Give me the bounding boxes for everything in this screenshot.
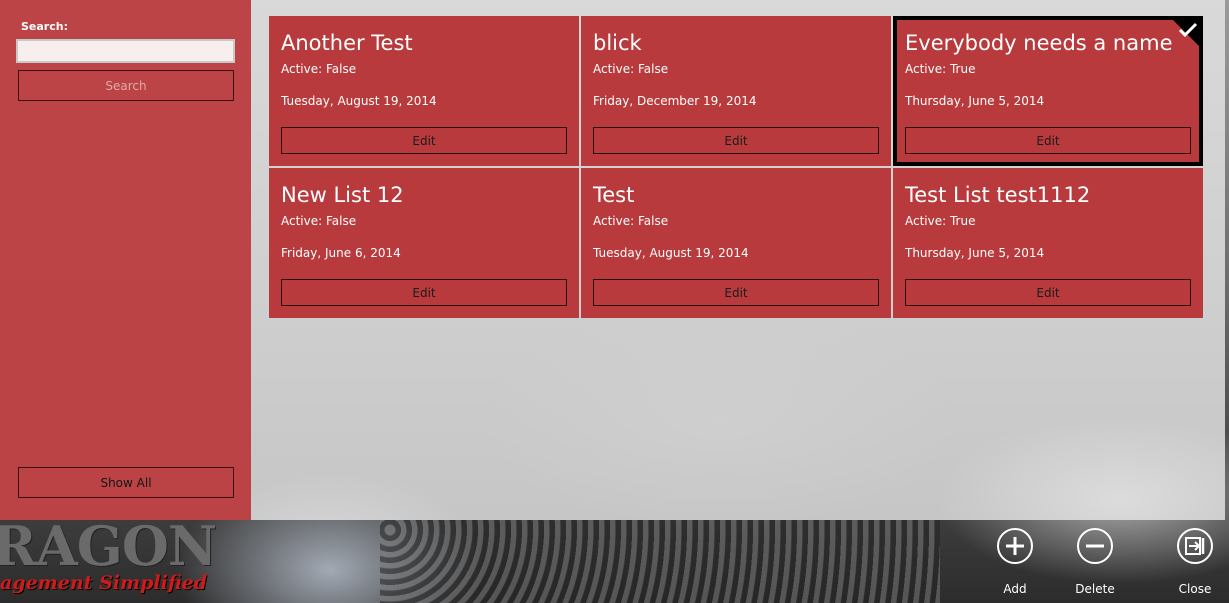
plus-circle-icon	[997, 528, 1033, 564]
delete-label: Delete	[1075, 582, 1115, 596]
list-tile-selected[interactable]: Everybody needs a name Active: True Thur…	[893, 16, 1203, 166]
edit-button[interactable]: Edit	[281, 279, 567, 306]
add-button[interactable]: Add	[983, 528, 1047, 598]
tile-title: blick	[593, 31, 642, 55]
edit-button[interactable]: Edit	[281, 127, 567, 154]
add-label: Add	[1003, 582, 1027, 596]
list-tile[interactable]: blick Active: False Friday, December 19,…	[581, 16, 891, 166]
tile-active-status: Active: False	[281, 62, 357, 76]
checkmark-icon	[1178, 22, 1198, 38]
tile-date: Thursday, June 5, 2014	[905, 94, 1045, 108]
list-tile[interactable]: Another Test Active: False Tuesday, Augu…	[269, 16, 579, 166]
sidebar: Search: Search Show All	[0, 0, 251, 520]
tile-date: Thursday, June 5, 2014	[905, 246, 1045, 260]
edit-button[interactable]: Edit	[905, 279, 1191, 306]
tile-active-status: Active: False	[593, 62, 669, 76]
delete-button[interactable]: Delete	[1063, 528, 1127, 598]
edit-button[interactable]: Edit	[905, 127, 1191, 154]
tile-active-status: Active: True	[905, 62, 976, 76]
list-tile[interactable]: New List 12 Active: False Friday, June 6…	[269, 168, 579, 318]
show-all-button[interactable]: Show All	[18, 467, 234, 498]
search-input[interactable]	[16, 39, 235, 63]
close-button[interactable]: Close	[1163, 528, 1227, 598]
brand-tagline: agement Simplified	[0, 572, 208, 594]
tile-date: Tuesday, August 19, 2014	[593, 246, 749, 260]
background-dragon-scales	[380, 520, 940, 603]
tile-active-status: Active: False	[281, 214, 357, 228]
tile-date: Friday, December 19, 2014	[593, 94, 757, 108]
tile-title: New List 12	[281, 183, 404, 207]
brand-logo-text: RAGON	[0, 514, 217, 578]
tile-date: Tuesday, August 19, 2014	[281, 94, 437, 108]
edit-button[interactable]: Edit	[593, 279, 879, 306]
search-label: Search:	[21, 20, 68, 33]
minus-circle-icon	[1077, 528, 1113, 564]
tile-title: Everybody needs a name	[905, 31, 1173, 55]
exit-icon	[1177, 528, 1213, 564]
list-tile[interactable]: Test List test1112 Active: True Thursday…	[893, 168, 1203, 318]
tile-active-status: Active: True	[905, 214, 976, 228]
tile-active-status: Active: False	[593, 214, 669, 228]
tile-title: Another Test	[281, 31, 413, 55]
brand-logo: RAGON agement Simplified	[0, 514, 240, 603]
list-tile[interactable]: Test Active: False Tuesday, August 19, 2…	[581, 168, 891, 318]
search-button[interactable]: Search	[18, 70, 234, 101]
tile-title: Test List test1112	[905, 183, 1091, 207]
tile-title: Test	[593, 183, 635, 207]
edit-button[interactable]: Edit	[593, 127, 879, 154]
tile-date: Friday, June 6, 2014	[281, 246, 401, 260]
close-label: Close	[1178, 582, 1212, 596]
